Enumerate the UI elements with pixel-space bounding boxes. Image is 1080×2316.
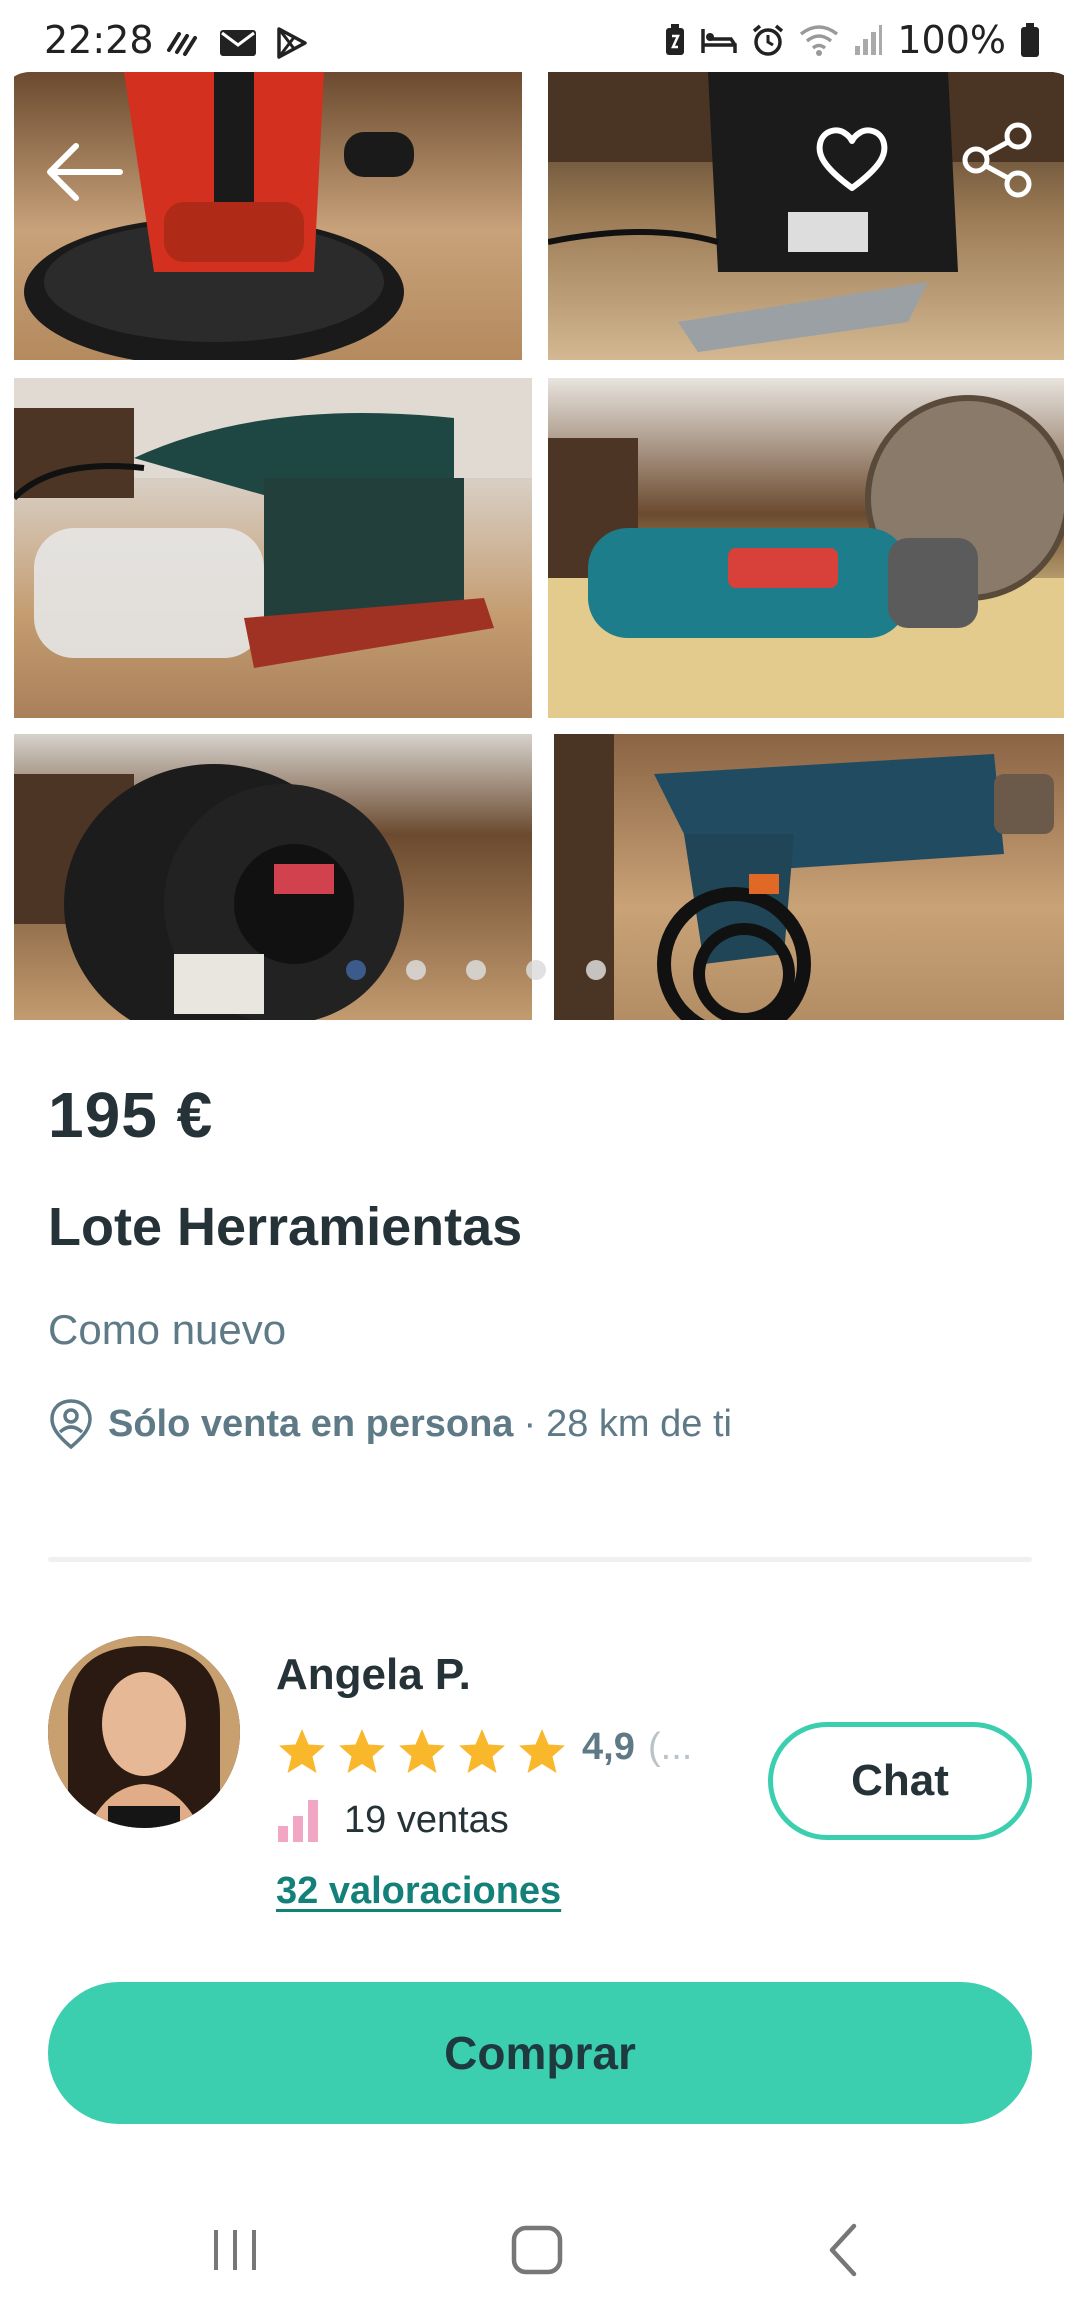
status-left-icons bbox=[165, 26, 309, 60]
sleep-icon bbox=[701, 29, 738, 53]
shipping-location-row: Sólo venta en persona · 28 km de ti bbox=[48, 1398, 732, 1450]
nav-back-button[interactable] bbox=[820, 2220, 870, 2284]
alarm-icon bbox=[753, 24, 784, 56]
share-button[interactable] bbox=[958, 120, 1038, 200]
item-condition: Como nuevo bbox=[48, 1306, 287, 1353]
wifi-calling-icon bbox=[167, 32, 197, 56]
orbital-sander-image bbox=[14, 378, 532, 668]
gallery-photo-sander[interactable] bbox=[14, 72, 522, 360]
mail-icon bbox=[220, 30, 256, 56]
pagination-dot[interactable] bbox=[586, 960, 606, 980]
status-time: 22:28 bbox=[44, 18, 154, 62]
system-nav-bar bbox=[0, 2190, 1080, 2316]
star-icon bbox=[339, 1729, 385, 1773]
separator: · bbox=[523, 1402, 537, 1445]
home-icon bbox=[511, 2225, 563, 2275]
item-price: 195 € bbox=[48, 1079, 214, 1151]
buy-button[interactable]: Comprar bbox=[48, 1982, 1032, 2124]
star-icon bbox=[399, 1729, 445, 1773]
star-icon bbox=[519, 1729, 565, 1773]
seller-name[interactable]: Angela P. bbox=[276, 1650, 471, 1700]
battery-saver-icon bbox=[666, 24, 685, 55]
home-button[interactable] bbox=[508, 2220, 568, 2284]
recents-button[interactable] bbox=[210, 2220, 260, 2284]
photo-gallery[interactable] bbox=[0, 72, 1080, 1020]
angle-grinder-image bbox=[548, 395, 1064, 718]
seller-avatar[interactable] bbox=[48, 1636, 240, 1828]
sander-image bbox=[24, 72, 414, 360]
sales-chart-icon bbox=[278, 1800, 318, 1842]
pagination-dot[interactable] bbox=[526, 960, 546, 980]
chat-button[interactable]: Chat bbox=[768, 1722, 1032, 1840]
gallery-photo-orbital-sander[interactable] bbox=[14, 378, 532, 718]
drill-image bbox=[554, 734, 1054, 1020]
favorite-button[interactable] bbox=[812, 120, 892, 200]
shipping-label: Sólo venta en persona bbox=[108, 1402, 514, 1445]
reviews-link[interactable]: 32 valoraciones bbox=[276, 1870, 561, 1913]
arrow-left-icon bbox=[47, 143, 123, 201]
seller-rating: 4,9 bbox=[582, 1726, 635, 1768]
seller-sales: 19 ventas bbox=[276, 1796, 509, 1844]
wifi-icon bbox=[800, 25, 839, 56]
signal-icon bbox=[855, 25, 883, 55]
pagination-dot-active[interactable] bbox=[346, 960, 366, 980]
status-right-icons: 100% bbox=[663, 18, 1040, 62]
jigsaw-image bbox=[548, 72, 1064, 352]
seller-rating-more: (... bbox=[648, 1726, 693, 1768]
status-bar: 22:28 100% bbox=[0, 0, 1080, 75]
gallery-pagination bbox=[346, 960, 606, 980]
heart-icon bbox=[816, 127, 888, 191]
play-store-icon bbox=[277, 27, 307, 59]
battery-percent: 100% bbox=[897, 18, 1006, 62]
star-icon bbox=[279, 1729, 325, 1773]
gallery-photo-jigsaw[interactable] bbox=[548, 72, 1064, 360]
recents-icon bbox=[214, 2230, 256, 2270]
sales-label: 19 ventas bbox=[344, 1798, 509, 1841]
battery-icon bbox=[1021, 23, 1039, 57]
share-icon bbox=[962, 122, 1032, 198]
pagination-dot[interactable] bbox=[406, 960, 426, 980]
back-button[interactable] bbox=[40, 132, 130, 212]
section-divider bbox=[48, 1557, 1032, 1562]
location-person-icon bbox=[50, 1399, 92, 1450]
star-icon bbox=[459, 1729, 505, 1773]
pagination-dot[interactable] bbox=[466, 960, 486, 980]
back-icon bbox=[829, 2223, 857, 2277]
gallery-photo-drill[interactable] bbox=[554, 734, 1064, 1020]
item-title: Lote Herramientas bbox=[48, 1197, 523, 1257]
seller-photo bbox=[48, 1636, 240, 1828]
distance-label: 28 km de ti bbox=[546, 1402, 732, 1445]
seller-stars bbox=[276, 1726, 568, 1778]
gallery-photo-angle-grinder[interactable] bbox=[548, 378, 1064, 718]
